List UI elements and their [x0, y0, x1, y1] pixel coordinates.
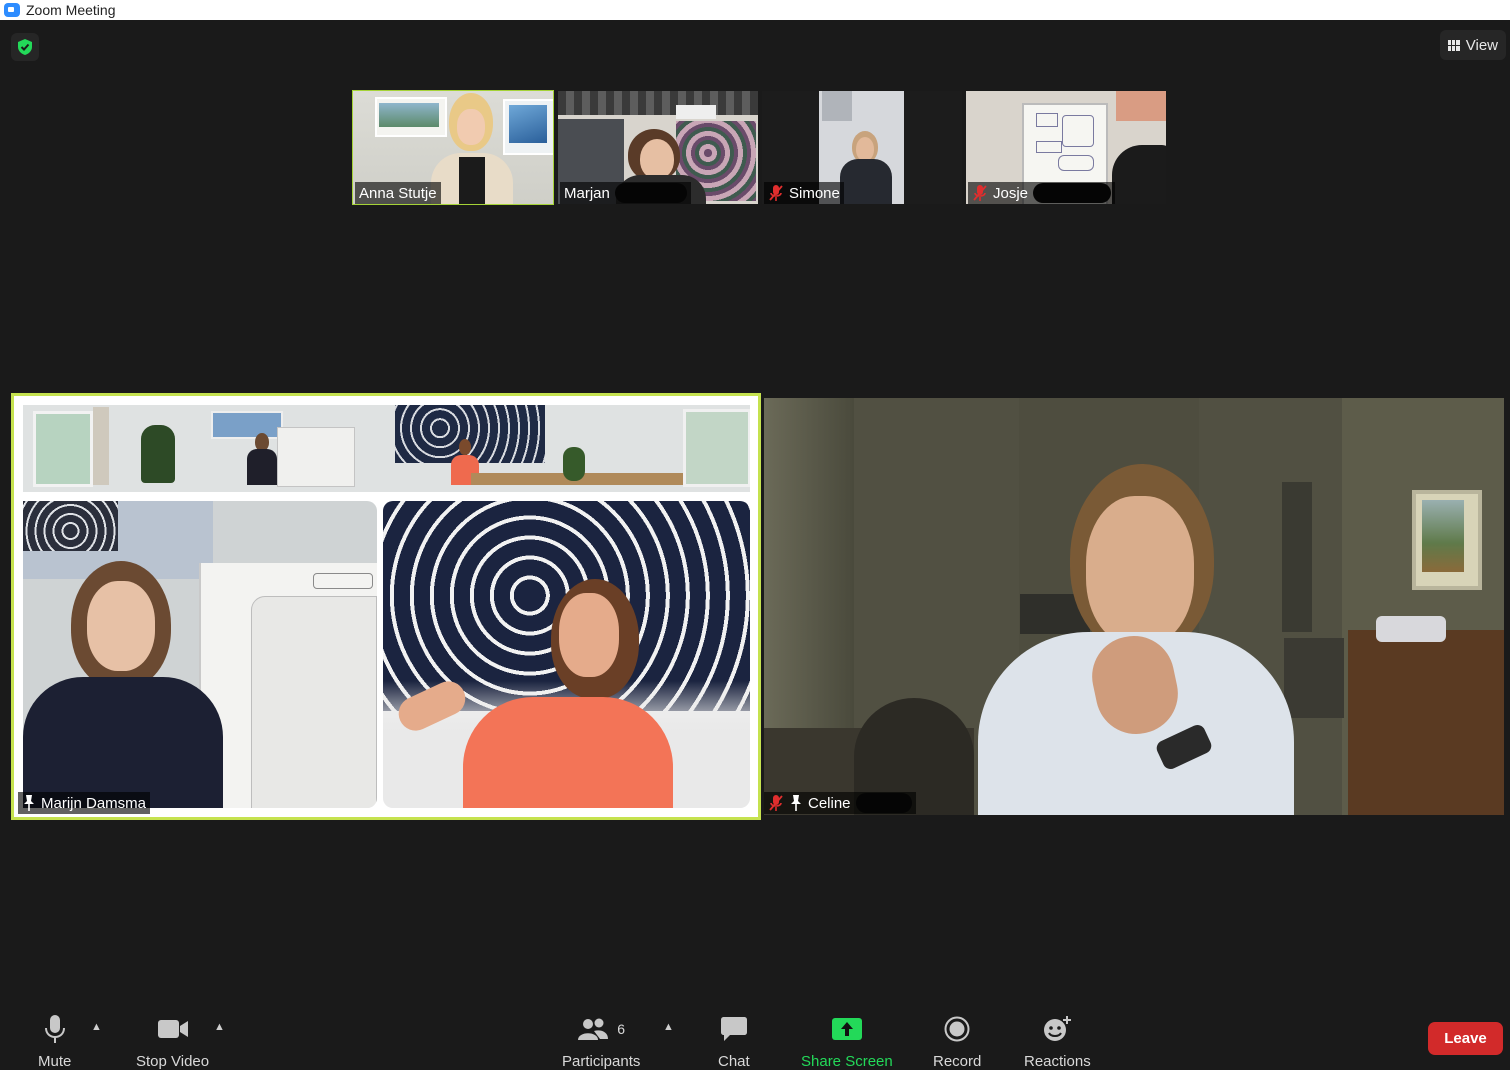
pin-icon	[791, 795, 801, 811]
muted-mic-icon	[769, 795, 783, 811]
mute-label: Mute	[38, 1053, 72, 1070]
view-button[interactable]: View	[1439, 30, 1506, 60]
reactions-label: Reactions	[1024, 1053, 1091, 1070]
video-feed	[14, 396, 758, 817]
mute-button[interactable]: Mute	[38, 1013, 71, 1070]
leave-button[interactable]: Leave	[1428, 1022, 1503, 1055]
video-options-caret[interactable]: ▲	[214, 1021, 225, 1033]
view-label: View	[1465, 36, 1498, 54]
record-button[interactable]: Record	[933, 1013, 981, 1070]
chat-button[interactable]: Chat	[718, 1013, 750, 1070]
share-screen-button[interactable]: Share Screen	[801, 1013, 893, 1070]
window-titlebar: Zoom Meeting	[0, 0, 1510, 20]
microphone-icon	[44, 1015, 65, 1043]
participant-name: Marjan	[564, 184, 610, 202]
chat-bubble-icon	[720, 1017, 747, 1041]
share-screen-icon	[831, 1018, 862, 1040]
stop-video-label: Stop Video	[136, 1053, 210, 1070]
participant-name: Simone	[789, 184, 840, 202]
participant-name-tag: Celine	[764, 792, 916, 814]
video-tile-celine[interactable]: Celine	[764, 398, 1504, 815]
participants-label: Participants	[562, 1053, 641, 1070]
participant-thumbnail-marjan[interactable]: Marjan	[558, 91, 758, 204]
participant-thumbnail-simone[interactable]: Simone	[762, 91, 962, 204]
redaction-mark	[614, 183, 687, 203]
video-feed	[764, 398, 1504, 815]
participant-name-tag: Marijn Damsma	[18, 792, 151, 814]
window-title: Zoom Meeting	[26, 2, 116, 18]
participant-thumbnail-anna[interactable]: Anna Stutje	[352, 90, 554, 205]
participants-options-caret[interactable]: ▲	[663, 1021, 674, 1033]
participants-icon	[578, 1018, 609, 1040]
security-shield-button[interactable]	[11, 33, 39, 61]
participant-name: Marijn Damsma	[41, 794, 147, 812]
share-screen-label: Share Screen	[801, 1053, 893, 1070]
participants-count: 6	[617, 1021, 626, 1037]
meeting-controls-toolbar: Mute ▲ Stop Video ▲ 6 Participants ▲ Cha…	[0, 1005, 1510, 1070]
audio-options-caret[interactable]: ▲	[91, 1021, 102, 1033]
participant-name-tag: Marjan	[560, 182, 691, 204]
participants-button[interactable]: 6 Participants	[562, 1013, 640, 1070]
participant-name-tag: Josje	[968, 182, 1116, 204]
grid-view-icon	[1447, 39, 1460, 51]
muted-mic-icon	[769, 185, 783, 201]
redaction-mark	[1033, 183, 1112, 203]
stop-video-button[interactable]: Stop Video	[136, 1013, 209, 1070]
participant-thumbnail-josje[interactable]: Josje	[966, 91, 1166, 204]
reactions-icon	[1044, 1016, 1072, 1041]
record-icon	[944, 1016, 970, 1042]
redaction-mark	[855, 793, 912, 813]
participant-name: Josje	[993, 184, 1029, 202]
video-camera-icon	[157, 1020, 188, 1038]
record-label: Record	[933, 1053, 982, 1070]
reactions-button[interactable]: Reactions	[1024, 1013, 1091, 1070]
participant-name: Celine	[808, 794, 851, 812]
shield-check-icon	[18, 39, 32, 55]
muted-mic-icon	[973, 185, 987, 201]
video-tile-marijn[interactable]: Marijn Damsma	[11, 393, 761, 820]
participant-name: Anna Stutje	[359, 184, 437, 202]
pin-icon	[24, 795, 34, 811]
participant-name-tag: Simone	[764, 182, 844, 204]
zoom-app-icon	[4, 3, 20, 17]
participant-name-tag: Anna Stutje	[355, 182, 441, 204]
chat-label: Chat	[718, 1053, 750, 1070]
